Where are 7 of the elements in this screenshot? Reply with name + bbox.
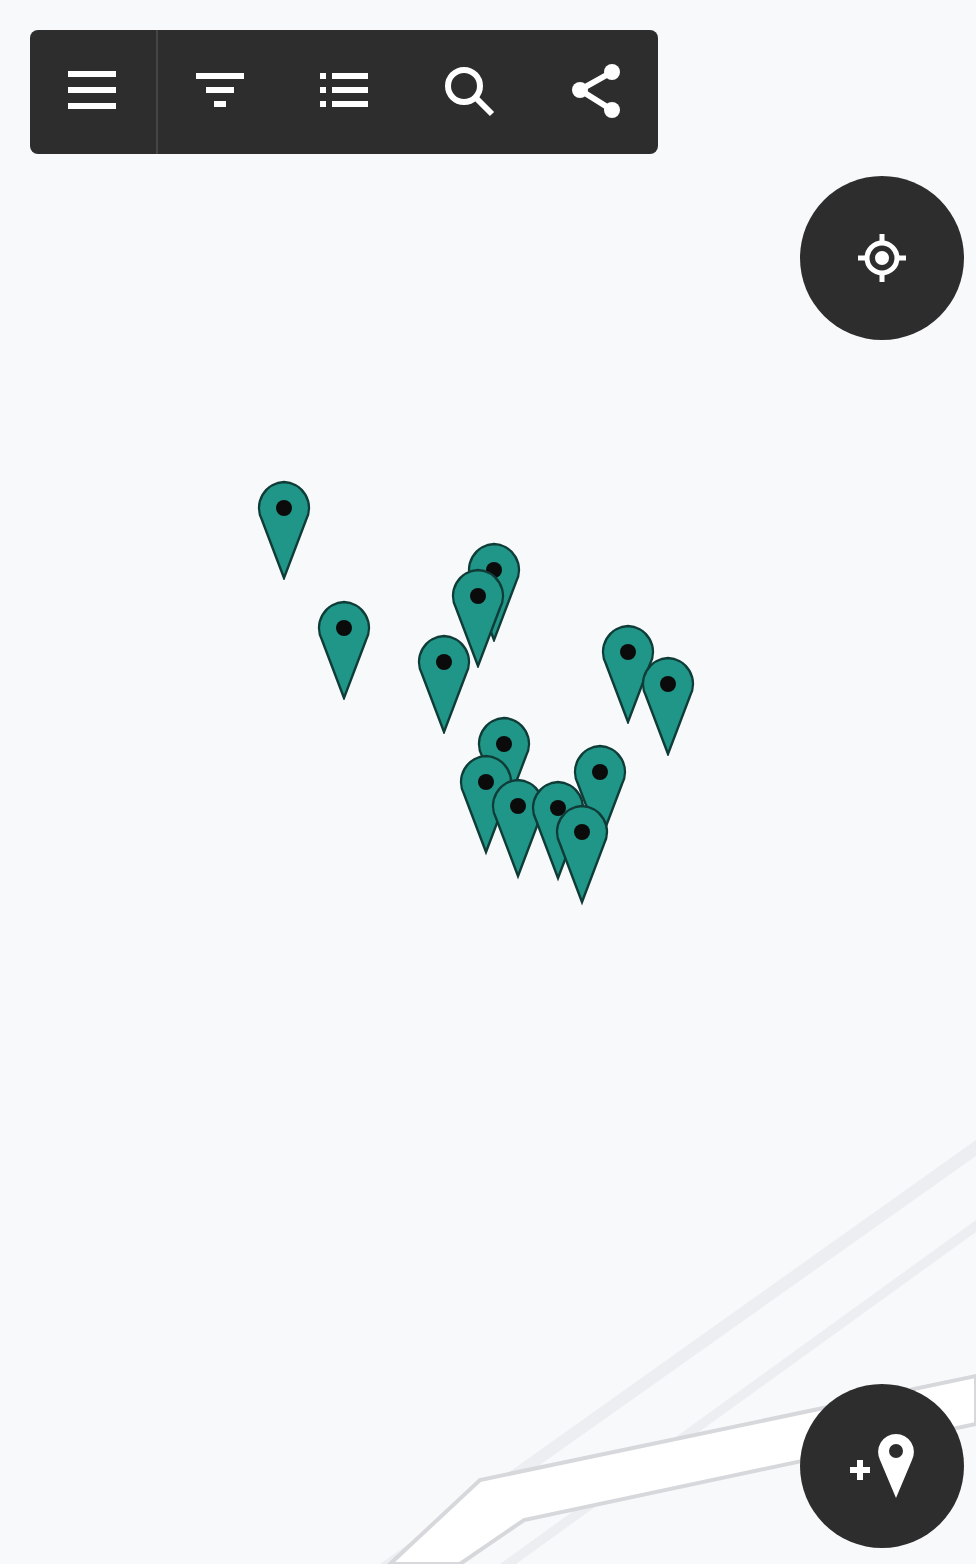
- map-pin-icon[interactable]: [416, 634, 472, 734]
- crosshair-icon: [856, 232, 908, 284]
- map-pin-icon[interactable]: [256, 480, 312, 580]
- map-pin-icon[interactable]: [316, 600, 372, 700]
- map-pin-icon[interactable]: [600, 624, 656, 724]
- map-pin-icon[interactable]: [450, 568, 506, 668]
- map-pin-icon[interactable]: [640, 656, 696, 756]
